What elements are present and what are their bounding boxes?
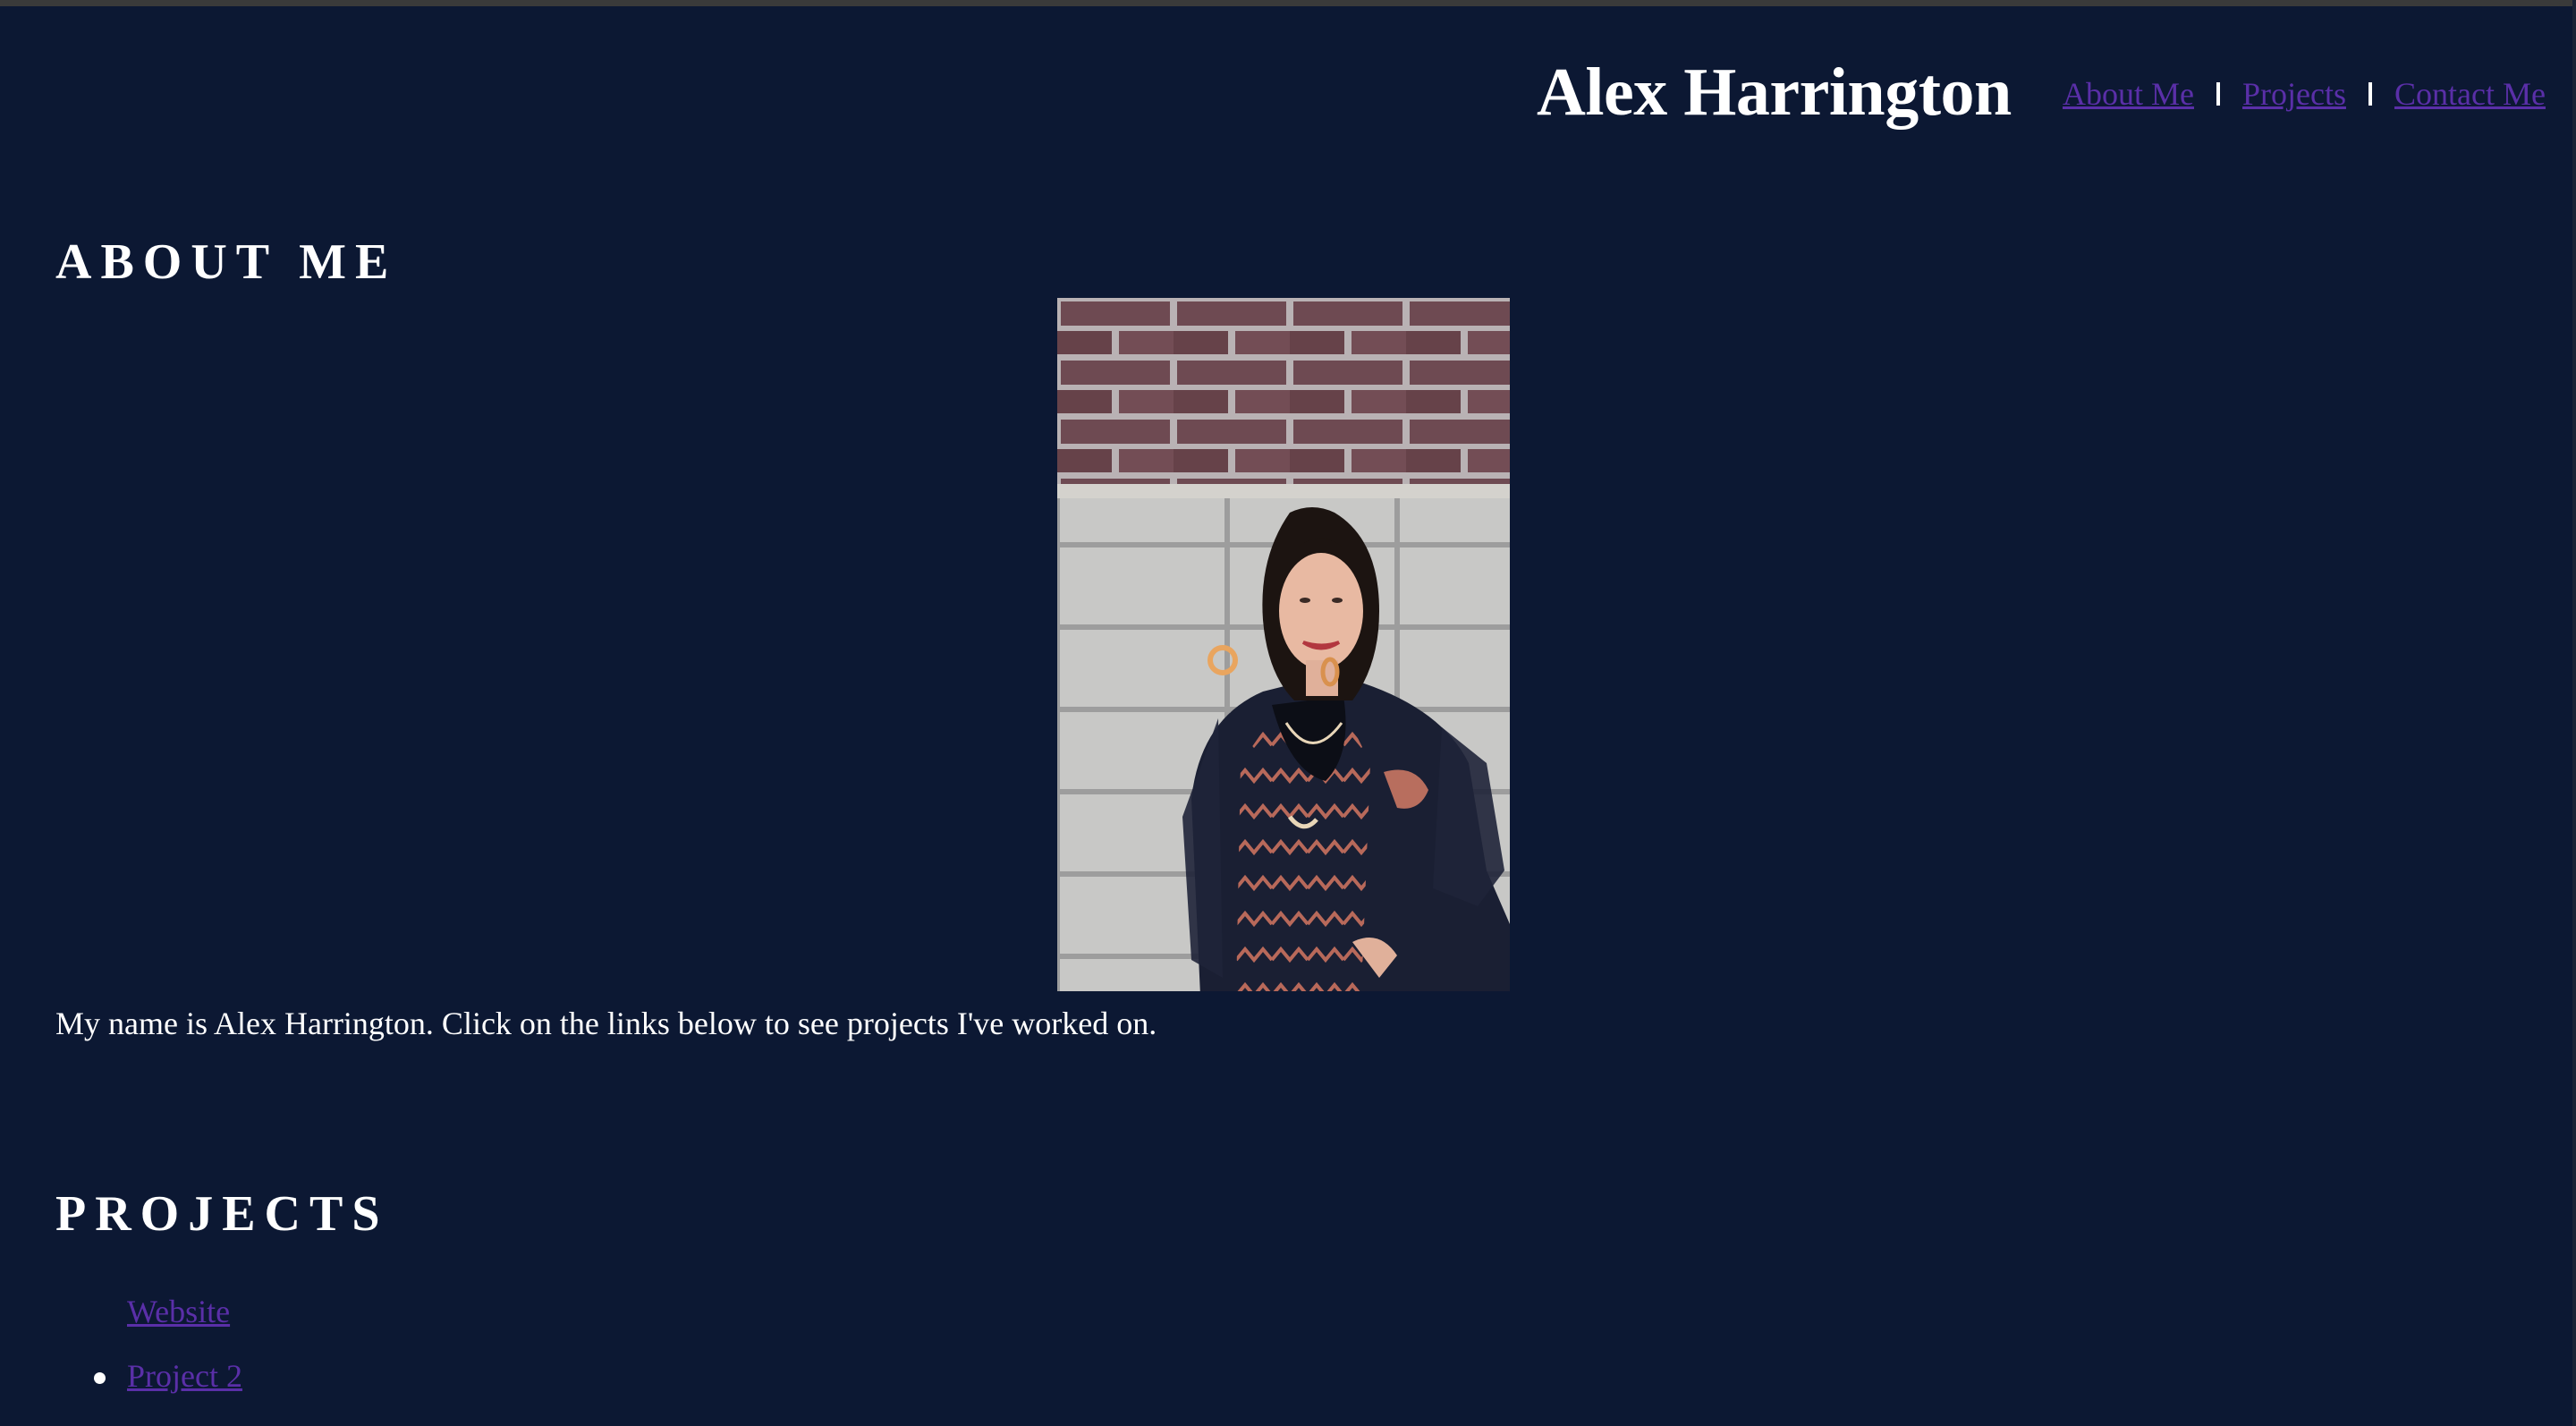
- project-link-project-2[interactable]: Project 2: [127, 1358, 242, 1394]
- nav-separator: [2216, 82, 2220, 106]
- portrait-image: [1057, 298, 1510, 991]
- nav-separator: [2368, 82, 2372, 106]
- main-nav: About Me Projects Contact Me: [2063, 69, 2546, 119]
- nav-link-projects[interactable]: Projects: [2242, 75, 2346, 113]
- intro-paragraph: My name is Alex Harrington. Click on the…: [55, 1006, 1157, 1041]
- site-header: Alex Harrington About Me Projects Contac…: [0, 6, 2576, 167]
- project-link-website[interactable]: Website: [127, 1294, 230, 1329]
- nav-link-contact-me[interactable]: Contact Me: [2394, 75, 2546, 113]
- window-edge: [2572, 0, 2576, 1426]
- list-item: Project 2: [94, 1353, 242, 1417]
- about-me-heading: ABOUT ME: [55, 234, 398, 290]
- projects-list: Website Project 2: [94, 1288, 242, 1417]
- projects-heading: PROJECTS: [55, 1186, 389, 1242]
- nav-link-about-me[interactable]: About Me: [2063, 75, 2194, 113]
- profile-photo: [1057, 298, 1510, 991]
- browser-top-strip: [0, 0, 2576, 6]
- list-item: Website: [127, 1288, 242, 1353]
- site-title: Alex Harrington: [1537, 55, 2012, 130]
